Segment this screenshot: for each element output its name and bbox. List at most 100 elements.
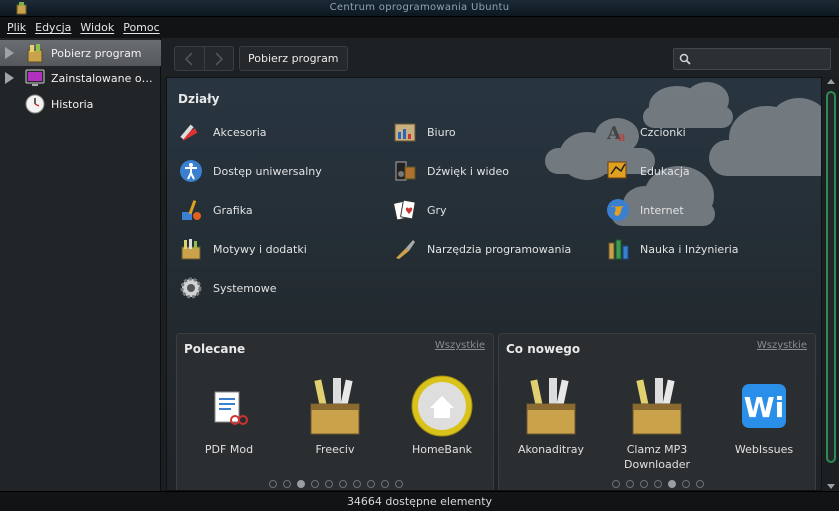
app-tile-homebank[interactable]: HomeBank (397, 374, 487, 457)
science-icon (608, 239, 629, 260)
expander-arrow-icon[interactable] (5, 72, 14, 84)
whats-new-pagination (612, 480, 704, 488)
search-input[interactable] (673, 48, 831, 70)
page-dot[interactable] (353, 480, 361, 488)
category-science[interactable]: Nauka i Inżynieria (606, 237, 739, 261)
package-box-icon (526, 378, 576, 435)
category-system[interactable]: Systemowe (179, 276, 277, 300)
monitor-icon (25, 69, 45, 86)
graphics-icon (182, 200, 201, 220)
featured-pagination (269, 480, 403, 488)
menu-edit[interactable]: Edycja (35, 21, 71, 34)
app-tile-freeciv[interactable]: Freeciv (290, 374, 380, 457)
page-dot[interactable] (381, 480, 389, 488)
sidebar: Pobierz program Zainstalowane oprogramow… (0, 38, 161, 491)
games-icon: ♥ (393, 199, 416, 221)
page-dot[interactable] (325, 480, 333, 488)
whats-new-see-all-link[interactable]: Wszystkie (757, 340, 807, 351)
page-dot[interactable] (395, 480, 403, 488)
back-arrow-icon (185, 51, 193, 66)
search-icon (679, 53, 691, 65)
page-dot-active[interactable] (668, 480, 676, 488)
app-tile-webissues[interactable]: Wi WebIssues (719, 374, 809, 457)
svg-text:a: a (618, 130, 625, 144)
featured-see-all-link[interactable]: Wszystkie (435, 340, 485, 351)
page-dot[interactable] (696, 480, 704, 488)
app-tile-pdf-mod[interactable]: PDF Mod (184, 374, 274, 457)
clock-icon (25, 94, 45, 114)
category-education[interactable]: Edukacja (606, 159, 690, 183)
pdf-mod-icon (214, 391, 248, 425)
page-dot[interactable] (269, 480, 277, 488)
accessories-icon (180, 124, 198, 141)
education-icon (607, 161, 627, 179)
svg-text:Wi: Wi (744, 391, 784, 424)
accessibility-icon (180, 160, 202, 182)
featured-title: Polecane (184, 342, 246, 356)
scroll-thumb[interactable] (826, 91, 836, 463)
app-tile-akonaditray[interactable]: Akonaditray (506, 374, 596, 457)
page-dot[interactable] (311, 480, 319, 488)
expander-arrow-icon[interactable] (5, 47, 14, 59)
forward-button[interactable] (203, 47, 234, 70)
scroll-down-arrow-icon[interactable] (827, 484, 835, 489)
office-icon (394, 123, 416, 142)
status-bar: 34664 dostępne elementy (0, 491, 839, 511)
category-internet[interactable]: Internet (606, 198, 684, 222)
page-dot[interactable] (612, 480, 620, 488)
package-box-icon (632, 378, 682, 435)
whats-new-card: Co nowego Wszystkie Akonaditray Clamz MP… (498, 333, 816, 490)
category-sound-video[interactable]: Dźwięk i wideo (393, 159, 509, 183)
menu-file[interactable]: Plik (7, 21, 26, 34)
menu-help[interactable]: Pomoc (123, 21, 159, 34)
toolbar: Pobierz program (161, 38, 839, 78)
sidebar-item-history[interactable]: Historia (0, 91, 161, 117)
page-dot[interactable] (640, 480, 648, 488)
page-dot[interactable] (339, 480, 347, 488)
category-themes[interactable]: Motywy i dodatki (179, 237, 307, 261)
category-fonts[interactable]: A a Czcionki (606, 120, 686, 144)
back-button[interactable] (175, 47, 204, 70)
category-graphics[interactable]: Grafika (179, 198, 253, 222)
sidebar-item-get-software[interactable]: Pobierz program (0, 40, 161, 66)
scroll-up-arrow-icon[interactable] (827, 79, 835, 84)
forward-arrow-icon (215, 51, 223, 66)
title-bar: Centrum oprogramowania Ubuntu (0, 0, 839, 17)
app-tile-clamz[interactable]: Clamz MP3 Downloader (612, 374, 702, 472)
page-dot[interactable] (367, 480, 375, 488)
main-panel: Działy Akcesoria Biuro A a Czcionki Dost (166, 77, 822, 491)
page-dot[interactable] (626, 480, 634, 488)
menu-bar: Plik Edycja Widok Pomoc (0, 17, 839, 38)
sidebar-item-label: Pobierz program (51, 46, 142, 60)
navigation-buttons (174, 46, 234, 71)
window-title: Centrum oprogramowania Ubuntu (329, 2, 510, 13)
developer-tools-icon (396, 240, 415, 259)
svg-text:♥: ♥ (405, 207, 413, 217)
software-center-icon (27, 44, 43, 63)
page-dot[interactable] (654, 480, 662, 488)
category-accessibility[interactable]: Dostęp uniwersalny (179, 159, 322, 183)
fonts-icon: A a (606, 123, 625, 144)
webissues-icon: Wi (742, 384, 786, 428)
category-accessories[interactable]: Akcesoria (179, 120, 267, 144)
sidebar-item-installed[interactable]: Zainstalowane oprogramowanie (0, 65, 161, 91)
system-gear-icon (180, 277, 202, 299)
status-text: 34664 dostępne elementy (346, 495, 493, 508)
menu-view[interactable]: Widok (80, 21, 114, 34)
page-dot-active[interactable] (297, 480, 305, 488)
internet-icon (607, 199, 629, 221)
departments-title: Działy (178, 92, 220, 106)
page-dot[interactable] (682, 480, 690, 488)
category-developer-tools[interactable]: Narzędzia programowania (393, 237, 571, 261)
category-games[interactable]: ♥ Gry (393, 198, 447, 222)
package-box-icon (310, 378, 360, 435)
breadcrumb[interactable]: Pobierz program (239, 46, 348, 71)
themes-icon (181, 239, 201, 260)
page-dot[interactable] (283, 480, 291, 488)
category-office[interactable]: Biuro (393, 120, 456, 144)
sidebar-item-label: Historia (51, 97, 94, 111)
whats-new-title: Co nowego (506, 342, 581, 356)
sound-video-icon (395, 161, 416, 181)
featured-card: Polecane Wszystkie PDF Mod Freeciv HomeB… (176, 333, 494, 490)
vertical-scrollbar[interactable] (823, 77, 839, 491)
